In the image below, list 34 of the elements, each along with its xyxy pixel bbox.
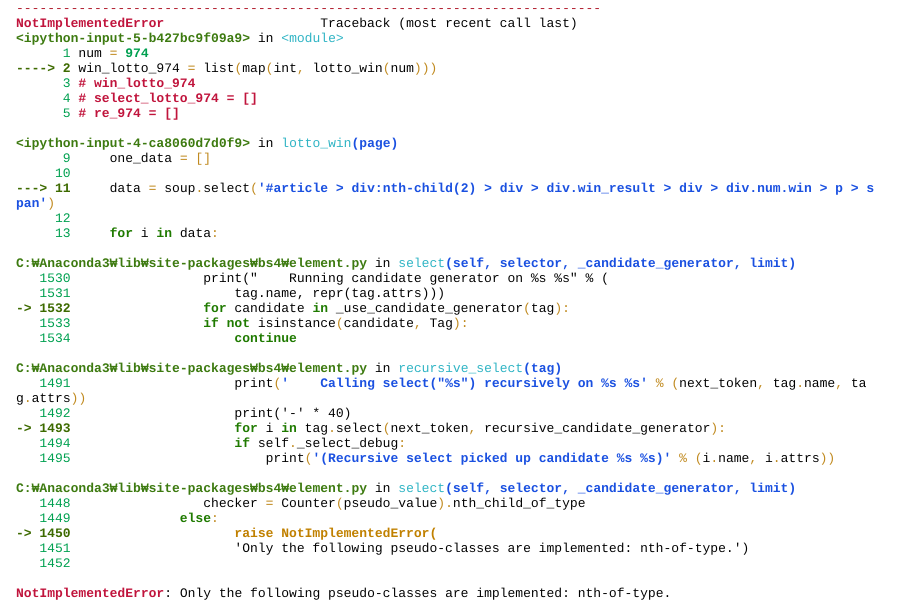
error-name: NotImplementedError <box>16 16 164 31</box>
code-line: -> 1493 for i in tag.select(next_token, recursive_candidate_generator): <box>16 421 727 436</box>
code-line: 9 one_data = [] <box>62 151 212 166</box>
code-line: ---> 11 data = soup.select('#article > div:nth-child(2) > div > div.win_result > div > div.num.win > p > span') <box>16 181 876 211</box>
code-line: 1533 if not isinstance(candidate, Tag): <box>38 316 470 331</box>
code-line: 1448 checker = Counter(pseudo_value).nth_child_of_type <box>38 496 587 511</box>
error-message: NotImplementedError: Only the following pseudo-classes are implemented: nth-of-type. <box>16 586 672 601</box>
code-line: -> 1532 for candidate in _use_candidate_generator(tag): <box>16 301 571 316</box>
code-line: 3 # win_lotto_974 <box>62 76 196 91</box>
code-line: 4 # select_lotto_974 = [] <box>62 91 259 106</box>
frame-location: <ipython-input-4-ca8060d7d0f9> in lotto_win(page) <box>16 136 400 151</box>
code-line: 1491 print(' Calling select("%s") recursively on %s %s' % (next_token, tag.name, tag.attrs)) <box>16 376 868 406</box>
code-line: 13 for i in data: <box>54 226 220 241</box>
code-line: 1451 'Only the following pseudo-classes are implemented: nth-of-type.') <box>38 541 750 556</box>
code-line: 1531 tag.name, repr(tag.attrs))) <box>38 286 446 301</box>
frame-location: C:₩Anaconda3₩lib₩site-packages₩bs4₩element.py in recursive_select(tag) <box>16 361 564 376</box>
frame-location: C:₩Anaconda3₩lib₩site-packages₩bs4₩element.py in select(self, selector, _candidate_generator, limit) <box>16 256 798 271</box>
code-line: 1492 print('-' * 40) <box>38 406 352 421</box>
code-line: -> 1450 raise NotImplementedError( <box>16 526 438 541</box>
separator-line: --------------------------------------------------------------------------- <box>16 1 602 16</box>
code-line: 1452 <box>38 556 72 571</box>
code-line: 5 # re_974 = [] <box>62 106 181 121</box>
frame-location: <ipython-input-5-b427bc9f09a9> in <module> <box>16 31 345 46</box>
code-line: 12 <box>54 211 72 226</box>
traceback-heading: Traceback (most recent call last) <box>320 16 578 31</box>
code-line: 1530 print(" Running candidate generator on %s %s" % ( <box>38 271 610 286</box>
code-line: 1494 if self._select_debug: <box>38 436 408 451</box>
code-line: 10 <box>54 166 72 181</box>
code-line: ----> 2 win_lotto_974 = list(map(int, lotto_win(num))) <box>16 61 438 76</box>
frame-location: C:₩Anaconda3₩lib₩site-packages₩bs4₩element.py in select(self, selector, _candidate_generator, limit) <box>16 481 798 496</box>
code-line: 1449 else: <box>38 511 220 526</box>
code-line: 1495 print('(Recursive select picked up candidate %s %s)' % (i.name, i.attrs)) <box>38 451 836 466</box>
code-line: 1 num = 974 <box>62 46 150 61</box>
code-line: 1534 continue <box>38 331 298 346</box>
